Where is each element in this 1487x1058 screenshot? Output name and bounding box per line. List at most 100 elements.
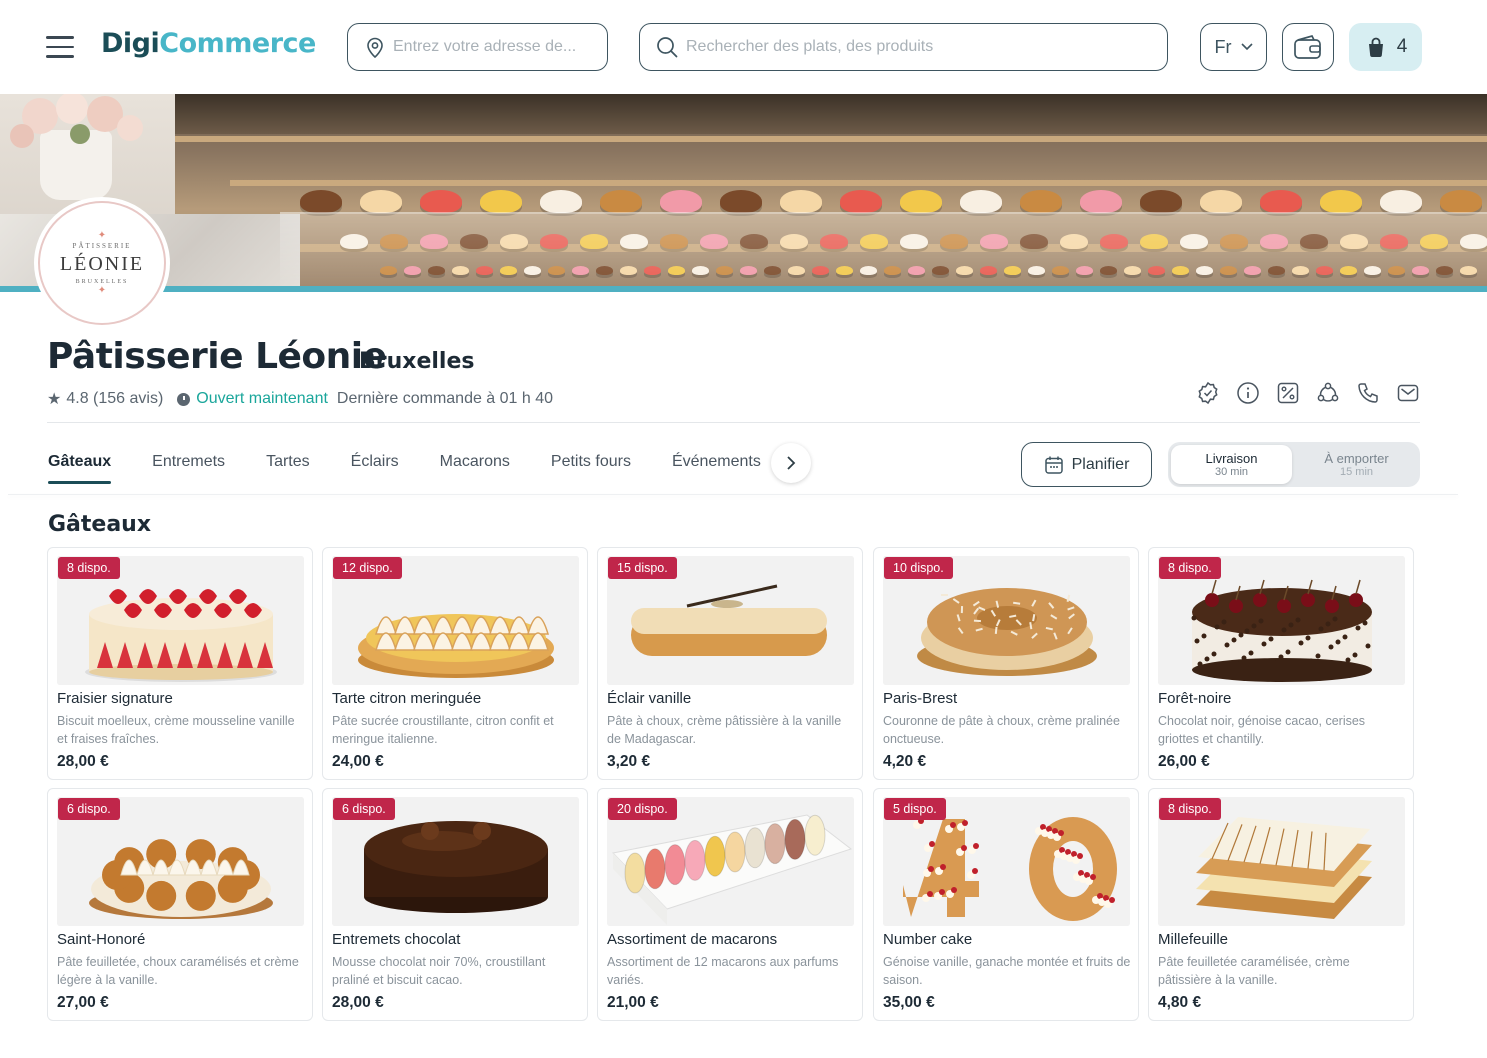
discount-icon[interactable] (1276, 381, 1300, 405)
stock-badge: 5 dispo. (884, 798, 946, 820)
product-description: Génoise vanille, ganache montée et fruit… (883, 955, 1131, 987)
stock-badge: 15 dispo. (608, 557, 677, 579)
product-description: Assortiment de 12 macarons aux parfums v… (607, 955, 839, 987)
shop-logo: ✦ PÂTISSERIE LÉONIE BRUXELLES ✦ (38, 201, 166, 325)
chevron-down-icon (1240, 43, 1253, 51)
mode-takeaway[interactable]: À emporter 15 min (1296, 445, 1417, 484)
product-description: Pâte feuilletée caramélisée, crème pâtis… (1158, 955, 1350, 987)
product-name: Number cake (883, 931, 973, 948)
top-bar: DigiCommerce Fr 4 (0, 0, 1487, 94)
product-price: 21,00 € (607, 994, 659, 1011)
product-price: 4,20 € (883, 753, 927, 770)
tab-evenements[interactable]: Événements (672, 453, 761, 471)
shop-meta: ★ 4.8 (156 avis) Ouvert maintenant Derni… (47, 389, 553, 409)
stock-badge: 8 dispo. (1159, 557, 1221, 579)
tab-tartes[interactable]: Tartes (266, 453, 310, 471)
product-card[interactable]: 5 dispo. Number cake Génoise vanille, ga… (873, 788, 1139, 1021)
search-field[interactable] (639, 23, 1168, 71)
product-name: Assortiment de macarons (607, 931, 778, 948)
shop-logo-top-text: PÂTISSERIE (72, 241, 132, 250)
shop-actions (1196, 381, 1420, 405)
app-logo[interactable]: DigiCommerce (101, 28, 316, 59)
product-name: Fraisier signature (57, 690, 173, 707)
tab-petits-fours[interactable]: Petits fours (551, 453, 631, 471)
mode-delivery-title: Livraison (1205, 451, 1258, 466)
product-card[interactable]: 8 dispo. Fraisier signature Biscuit moel… (47, 547, 313, 780)
logo-part-2: Commerce (159, 28, 316, 59)
star-icon: ★ (47, 391, 62, 408)
info-icon[interactable] (1236, 381, 1260, 405)
product-card[interactable]: 20 dispo. Assortiment de macarons Assort… (597, 788, 863, 1021)
tab-entremets[interactable]: Entremets (152, 453, 225, 471)
tab-eclairs[interactable]: Éclairs (351, 453, 399, 471)
stock-badge: 12 dispo. (333, 557, 402, 579)
badge-check-icon[interactable] (1196, 381, 1220, 405)
location-pin-icon (367, 37, 383, 58)
product-description: Pâte feuilletée, choux caramélisés et cr… (57, 955, 299, 987)
product-description: Biscuit moelleux, crème mousseline vanil… (57, 714, 295, 746)
product-name: Forêt-noire (1158, 690, 1232, 707)
menu-icon[interactable] (46, 36, 74, 58)
product-price: 27,00 € (57, 994, 109, 1011)
stock-badge: 10 dispo. (884, 557, 953, 579)
product-price: 35,00 € (883, 994, 935, 1011)
wallet-button[interactable] (1282, 23, 1334, 71)
product-name: Paris-Brest (883, 690, 958, 707)
mode-delivery-time: 30 min (1214, 466, 1249, 478)
product-card[interactable]: 12 dispo. Tarte citron meringuée Pâte su… (322, 547, 588, 780)
address-input[interactable] (393, 38, 607, 56)
product-card[interactable]: 8 dispo. Forêt-noire Chocolat noir, géno… (1148, 547, 1414, 780)
search-input[interactable] (686, 38, 1167, 56)
shopping-bag-icon (1368, 37, 1383, 58)
mode-delivery[interactable]: Livraison 30 min (1171, 445, 1292, 484)
product-card[interactable]: 8 dispo. Millefeuille Pâte feuilletée ca… (1148, 788, 1414, 1021)
product-price: 26,00 € (1158, 753, 1210, 770)
wallet-icon (1294, 34, 1321, 59)
chevron-right-icon (787, 456, 796, 470)
language-value: Fr (1214, 36, 1232, 57)
product-description: Mousse chocolat noir 70%, croustillant p… (332, 955, 546, 987)
search-icon (657, 37, 678, 58)
mode-takeaway-title: À emporter (1324, 451, 1389, 466)
stock-badge: 6 dispo. (333, 798, 395, 820)
rating[interactable]: 4.8 (156 avis) (66, 390, 163, 408)
phone-icon[interactable] (1356, 381, 1380, 405)
product-price: 3,20 € (607, 753, 651, 770)
open-status: Ouvert maintenant (196, 390, 328, 407)
last-order-time: Dernière commande à 01 h 40 (336, 390, 554, 407)
tab-gateaux[interactable]: Gâteaux (48, 453, 112, 484)
product-description: Pâte sucrée croustillante, citron confit… (332, 714, 554, 746)
section-title: Gâteaux (48, 512, 152, 537)
product-description: Chocolat noir, génoise cacao, cerises gr… (1158, 714, 1366, 746)
shop-name: Pâtisserie Léonie (47, 336, 387, 377)
mail-icon[interactable] (1396, 381, 1420, 405)
product-card[interactable]: 6 dispo. Saint-Honoré Pâte feuilletée, c… (47, 788, 313, 1021)
shop-banner-image (0, 94, 1487, 286)
schedule-button[interactable]: Planifier (1021, 442, 1152, 487)
category-tabs: Gâteaux Entremets Tartes Éclairs Macaron… (48, 453, 802, 484)
tabs-separator (8, 494, 1458, 495)
shop-logo-name: LÉONIE (59, 252, 145, 275)
order-mode-toggle: Livraison 30 min À emporter 15 min (1168, 442, 1420, 487)
tab-macarons[interactable]: Macarons (440, 453, 510, 471)
share-icon[interactable] (1316, 381, 1340, 405)
tabs-next-button[interactable] (771, 443, 811, 483)
stock-badge: 8 dispo. (58, 557, 120, 579)
cart-button[interactable]: 4 (1349, 23, 1422, 71)
language-select[interactable]: Fr (1200, 23, 1267, 71)
product-card[interactable]: 15 dispo. Éclair vanille Pâte à choux, c… (597, 547, 863, 780)
product-price: 28,00 € (332, 994, 384, 1011)
product-description: Pâte à choux, crème pâtissière à la vani… (607, 714, 842, 746)
address-field[interactable] (347, 23, 608, 71)
product-card[interactable]: 6 dispo. Entremets chocolat Mousse choco… (322, 788, 588, 1021)
stock-badge: 20 dispo. (608, 798, 677, 820)
product-card[interactable]: 10 dispo. Paris-Brest Couronne de pâte à… (873, 547, 1139, 780)
product-price: 24,00 € (332, 753, 384, 770)
product-name: Saint-Honoré (57, 931, 146, 948)
schedule-label: Planifier (1071, 455, 1130, 473)
product-price: 28,00 € (57, 753, 109, 770)
calendar-icon (1044, 456, 1063, 474)
product-price: 4,80 € (1158, 994, 1202, 1011)
banner-accent-line (0, 286, 1487, 292)
product-name: Tarte citron meringuée (332, 690, 482, 707)
